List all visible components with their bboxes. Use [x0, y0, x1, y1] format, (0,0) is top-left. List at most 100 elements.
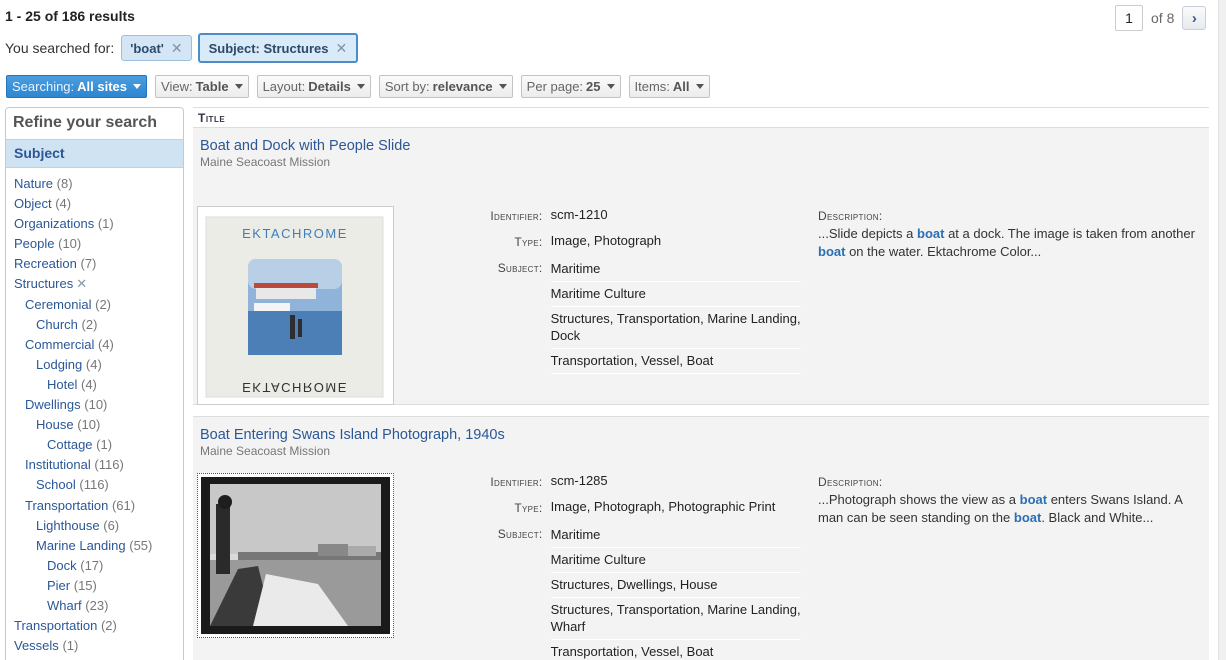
layout-dropdown[interactable]: Layout: Details — [256, 75, 371, 98]
facet-label[interactable]: Wharf — [47, 598, 82, 613]
facet-label[interactable]: Cottage — [47, 437, 93, 452]
type-label: Type: — [514, 501, 543, 515]
facet-label[interactable]: Commercial — [25, 337, 94, 352]
dropdown-label: Searching: — [12, 79, 75, 94]
facet-label[interactable]: Nature — [14, 176, 53, 191]
facet-item[interactable]: Church (2) — [6, 315, 183, 335]
facet-count: (1) — [96, 437, 113, 453]
subject-item: Transportation, Vessel, Boat — [550, 349, 801, 374]
description-fragment: ...Photograph shows the view as a — [818, 492, 1020, 507]
view-dropdown[interactable]: View: Table — [155, 75, 249, 98]
facet-item[interactable]: People (10) — [6, 234, 183, 254]
facet-label[interactable]: Pier — [47, 578, 70, 593]
facet-label[interactable]: Transportation — [14, 618, 97, 633]
subject-item: Transportation, Vessel, Boat — [551, 640, 801, 660]
sort-dropdown[interactable]: Sort by: relevance — [378, 75, 513, 98]
column-header-title[interactable]: Title — [193, 107, 1209, 128]
dropdown-value: Details — [308, 79, 351, 94]
search-chip-subject[interactable]: Subject: Structures ✕ — [197, 33, 359, 63]
highlight-term: boat — [1013, 510, 1042, 525]
facet-label[interactable]: House — [36, 417, 74, 432]
refine-heading: Refine your search — [13, 114, 158, 131]
result-thumbnail[interactable] — [197, 473, 394, 638]
facet-item[interactable]: Dwellings (10) — [6, 395, 183, 415]
page-number-input[interactable]: 1 — [1115, 5, 1143, 31]
facet-label[interactable]: School — [36, 477, 76, 492]
facet-label[interactable]: Marine Landing — [36, 538, 126, 553]
facet-label[interactable]: Transportation — [25, 498, 108, 513]
facet-label[interactable]: Organizations — [14, 216, 94, 231]
facet-item[interactable]: Lighthouse (6) — [6, 516, 183, 536]
facet-label[interactable]: Lighthouse — [36, 518, 100, 533]
facet-count: (2) — [100, 618, 117, 634]
facet-item[interactable]: School (116) — [6, 475, 183, 495]
facet-item[interactable]: Transportation (2) — [6, 616, 183, 636]
description-label: Description: — [818, 209, 883, 223]
searching-dropdown[interactable]: Searching: All sites — [6, 75, 148, 98]
facet-label[interactable]: Ceremonial — [25, 297, 91, 312]
facet-item[interactable]: Marine Landing (55) — [6, 536, 183, 556]
facet-item[interactable]: Pier (15) — [6, 576, 183, 596]
facet-label[interactable]: Hotel — [47, 377, 77, 392]
facet-count: (8) — [56, 176, 73, 191]
facet-label[interactable]: Institutional — [25, 457, 91, 472]
facet-item[interactable]: Structures ✕ — [6, 274, 183, 294]
facet-label[interactable]: Object — [14, 196, 52, 211]
page-scrollbar[interactable] — [1218, 0, 1226, 660]
caret-down-icon — [695, 84, 704, 89]
facet-item[interactable]: Transportation (61) — [6, 496, 183, 516]
next-page-button[interactable]: › — [1182, 6, 1207, 30]
facet-item[interactable]: Recreation (7) — [6, 254, 183, 274]
facet-item[interactable]: Object (4) — [6, 194, 183, 214]
result-title-link[interactable]: Boat Entering Swans Island Photograph, 1… — [193, 417, 1209, 443]
caret-down-icon — [606, 84, 615, 89]
remove-icon[interactable]: ✕ — [171, 40, 183, 57]
result-thumbnail[interactable]: EKTACHROME EKTACHROME — [197, 206, 394, 405]
facet-item[interactable]: Vessels (1) — [6, 636, 183, 656]
per-page-dropdown[interactable]: Per page: 25 — [520, 75, 621, 98]
facet-label[interactable]: Vessels — [14, 638, 59, 653]
facet-item[interactable]: Cottage (1) — [6, 435, 183, 455]
facet-item[interactable]: Hotel (4) — [6, 375, 183, 395]
result-row: Boat Entering Swans Island Photograph, 1… — [193, 416, 1209, 660]
facet-item[interactable]: Institutional (116) — [6, 455, 183, 475]
facet-item[interactable]: Wharf (23) — [6, 596, 183, 616]
facet-label[interactable]: Dock — [47, 558, 77, 573]
results-count: 1 - 25 of 186 results — [5, 8, 135, 24]
facet-list: Nature (8) Object (4) Organizations (1) Peo… — [6, 168, 183, 656]
facet-count: (116) — [94, 457, 124, 473]
facet-count: (4) — [55, 196, 72, 212]
result-description: Description: ...Photograph shows the vie… — [818, 473, 1208, 527]
facet-item[interactable]: Commercial (4) — [6, 335, 183, 355]
results-main: Title Boat and Dock with People Slide Ma… — [193, 107, 1209, 660]
caret-down-icon — [234, 84, 243, 89]
subject-item: Structures, Transportation, Marine Landi… — [550, 307, 801, 349]
facet-label[interactable]: People — [14, 236, 54, 251]
search-chip-keyword[interactable]: 'boat' ✕ — [121, 35, 192, 61]
remove-facet-icon[interactable]: ✕ — [76, 276, 87, 291]
facet-item[interactable]: Ceremonial (2) — [6, 295, 183, 315]
slide-image: EKTACHROME EKTACHROME — [205, 216, 384, 398]
facet-item[interactable]: Organizations (1) — [6, 214, 183, 234]
type-label: Type: — [514, 235, 543, 249]
facet-label[interactable]: Church — [36, 317, 78, 332]
facet-item[interactable]: House (10) — [6, 415, 183, 435]
facet-item[interactable]: Nature (8) — [6, 174, 183, 194]
identifier-label: Identifier: — [490, 475, 543, 489]
items-dropdown[interactable]: Items: All — [628, 75, 710, 98]
facet-label[interactable]: Lodging — [36, 357, 82, 372]
slide-label-top: EKTACHROME — [242, 226, 348, 241]
facet-item[interactable]: Dock (17) — [6, 556, 183, 576]
facet-label[interactable]: Dwellings — [25, 397, 81, 412]
remove-icon[interactable]: ✕ — [336, 40, 348, 57]
facet-count: (4) — [80, 376, 97, 392]
result-title-link[interactable]: Boat and Dock with People Slide — [193, 128, 1209, 154]
dropdown-label: Sort by: — [384, 79, 430, 94]
facet-count: (55) — [129, 537, 153, 553]
facet-item[interactable]: Lodging (4) — [6, 355, 183, 375]
facet-label[interactable]: Structures — [14, 276, 73, 291]
dropdown-label: Layout: — [262, 79, 306, 94]
highlight-term: boat — [1019, 492, 1048, 507]
facet-label[interactable]: Recreation — [14, 256, 77, 271]
facet-group-subject[interactable]: Subject — [6, 139, 183, 168]
